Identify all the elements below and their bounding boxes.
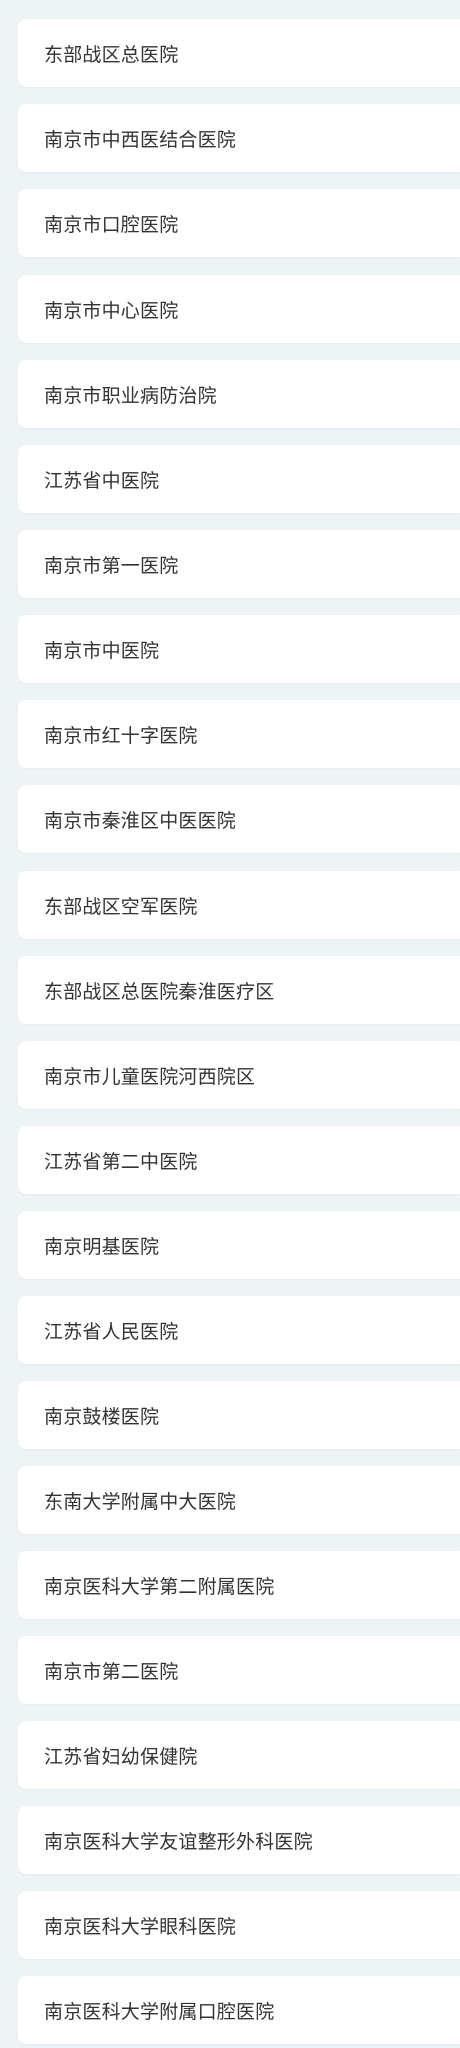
hospital-name: 江苏省中医院 [44, 469, 160, 492]
hospital-name: 南京医科大学友谊整形外科医院 [44, 1830, 313, 1853]
hospital-name: 南京市红十字医院 [44, 724, 198, 747]
hospital-name: 东部战区总医院 [44, 43, 179, 66]
hospital-list-item[interactable]: 江苏省中医院 [18, 445, 460, 513]
hospital-list-item[interactable]: 南京市秦淮区中医医院 [18, 785, 460, 853]
hospital-name: 东部战区总医院秦淮医疗区 [44, 980, 275, 1003]
hospital-name: 江苏省第二中医院 [44, 1150, 198, 1173]
hospital-list-item[interactable]: 南京医科大学附属口腔医院 [18, 1976, 460, 2044]
hospital-list-item[interactable]: 江苏省人民医院 [18, 1296, 460, 1364]
hospital-list-item[interactable]: 南京医科大学第二附属医院 [18, 1551, 460, 1619]
hospital-list: 东部战区总医院 南京市中西医结合医院 南京市口腔医院 南京市中心医院 南京市职业… [0, 0, 460, 2048]
hospital-name: 南京医科大学第二附属医院 [44, 1575, 275, 1598]
hospital-list-item[interactable]: 南京市中心医院 [18, 275, 460, 343]
hospital-list-item[interactable]: 南京市中医院 [18, 615, 460, 683]
hospital-name: 南京明基医院 [44, 1235, 160, 1258]
hospital-name: 南京市口腔医院 [44, 213, 179, 236]
hospital-name: 南京市儿童医院河西院区 [44, 1065, 256, 1088]
hospital-name: 南京市中心医院 [44, 299, 179, 322]
hospital-list-item[interactable]: 南京医科大学眼科医院 [18, 1891, 460, 1959]
hospital-name: 南京市第二医院 [44, 1660, 179, 1683]
hospital-list-item[interactable]: 东南大学附属中大医院 [18, 1466, 460, 1534]
hospital-name: 南京市中西医结合医院 [44, 128, 237, 151]
hospital-name: 南京市职业病防治院 [44, 384, 217, 407]
hospital-list-item[interactable]: 南京明基医院 [18, 1211, 460, 1279]
hospital-list-item[interactable]: 江苏省妇幼保健院 [18, 1721, 460, 1789]
hospital-list-item[interactable]: 南京市第二医院 [18, 1636, 460, 1704]
hospital-name: 江苏省妇幼保健院 [44, 1745, 198, 1768]
hospital-name: 南京鼓楼医院 [44, 1405, 160, 1428]
hospital-name: 东部战区空军医院 [44, 895, 198, 918]
hospital-list-item[interactable]: 南京市第一医院 [18, 530, 460, 598]
hospital-name: 南京医科大学眼科医院 [44, 1915, 237, 1938]
hospital-list-item[interactable]: 南京医科大学友谊整形外科医院 [18, 1806, 460, 1874]
hospital-name: 东南大学附属中大医院 [44, 1490, 237, 1513]
hospital-name: 南京市秦淮区中医医院 [44, 809, 237, 832]
hospital-list-item[interactable]: 南京市红十字医院 [18, 700, 460, 768]
hospital-name: 南京市第一医院 [44, 554, 179, 577]
hospital-list-item[interactable]: 江苏省第二中医院 [18, 1126, 460, 1194]
hospital-list-item[interactable]: 南京市职业病防治院 [18, 360, 460, 428]
hospital-list-item[interactable]: 南京市中西医结合医院 [18, 104, 460, 172]
hospital-name: 江苏省人民医院 [44, 1320, 179, 1343]
hospital-list-item[interactable]: 东部战区总医院秦淮医疗区 [18, 956, 460, 1024]
hospital-list-item[interactable]: 南京市儿童医院河西院区 [18, 1041, 460, 1109]
hospital-list-item[interactable]: 南京鼓楼医院 [18, 1381, 460, 1449]
hospital-list-item[interactable]: 东部战区总医院 [18, 19, 460, 87]
hospital-list-item[interactable]: 东部战区空军医院 [18, 871, 460, 939]
hospital-list-item[interactable]: 南京市口腔医院 [18, 189, 460, 257]
hospital-name: 南京医科大学附属口腔医院 [44, 2000, 275, 2023]
hospital-name: 南京市中医院 [44, 639, 160, 662]
